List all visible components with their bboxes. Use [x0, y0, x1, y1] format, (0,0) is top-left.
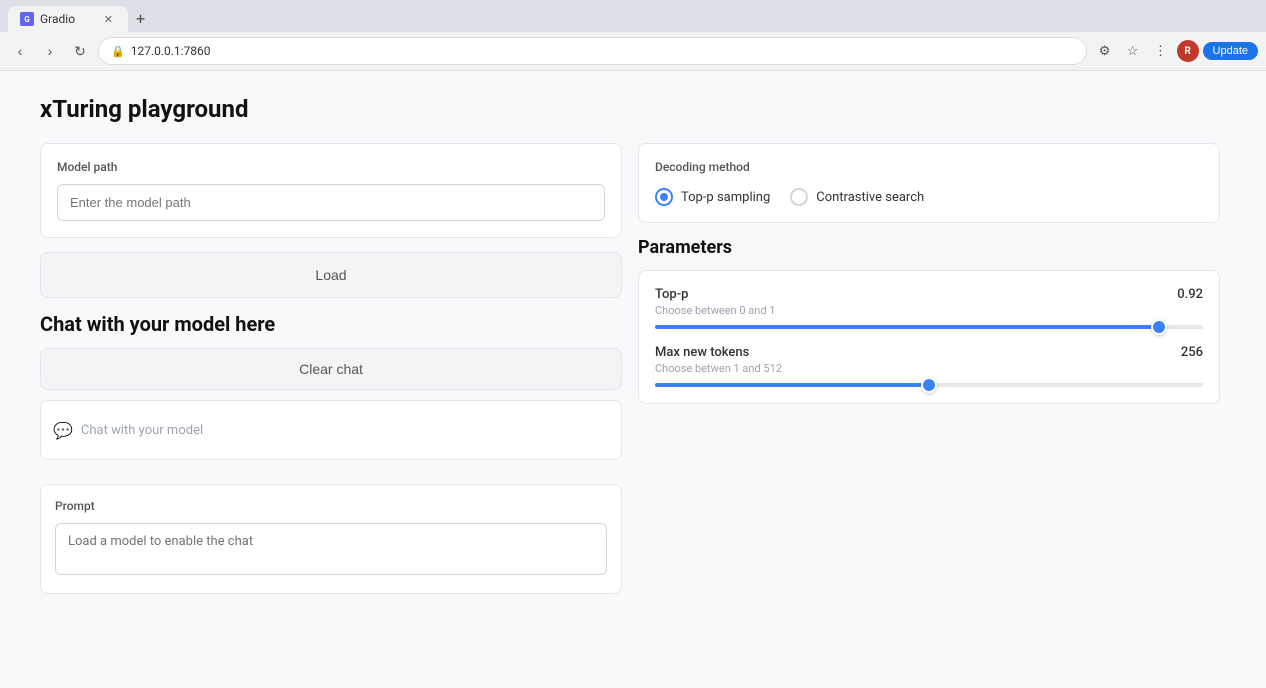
- radio-option-contrastive[interactable]: Contrastive search: [790, 188, 924, 206]
- decoding-radio-group: Top-p sampling Contrastive search: [655, 188, 1203, 206]
- chat-bubble-icon: 💬: [53, 421, 73, 440]
- reload-button[interactable]: ↻: [68, 39, 92, 63]
- max-tokens-value: 256: [1181, 345, 1203, 360]
- max-tokens-name: Max new tokens: [655, 345, 749, 360]
- model-path-label: Model path: [57, 160, 605, 174]
- tab-title: Gradio: [40, 12, 75, 26]
- radio-option-top-p[interactable]: Top-p sampling: [655, 188, 770, 206]
- right-column: Decoding method Top-p sampling Contrasti…: [638, 143, 1220, 594]
- browser-tab[interactable]: G Gradio ✕: [8, 6, 128, 32]
- new-tab-button[interactable]: +: [128, 7, 153, 31]
- page-title: xTuring playground: [40, 95, 1226, 123]
- model-path-card: Model path: [40, 143, 622, 238]
- tab-favicon: G: [20, 12, 34, 26]
- prompt-card: Prompt: [40, 484, 622, 594]
- prompt-input[interactable]: [55, 523, 607, 575]
- extensions-button[interactable]: ⚙: [1093, 39, 1117, 63]
- parameters-section: Parameters Top-p 0.92 Choose between 0 a…: [638, 237, 1220, 404]
- radio-label-contrastive: Contrastive search: [816, 190, 924, 205]
- max-tokens-slider-thumb[interactable]: [921, 377, 937, 393]
- browser-tabs: G Gradio ✕ +: [0, 0, 1266, 32]
- max-tokens-param-row: Max new tokens 256 Choose betwen 1 and 5…: [655, 345, 1203, 387]
- radio-inner-top-p: [660, 193, 668, 201]
- more-button[interactable]: ⋮: [1149, 39, 1173, 63]
- toolbar-actions: ⚙ ☆ ⋮ R Update: [1093, 39, 1258, 63]
- parameters-card: Top-p 0.92 Choose between 0 and 1 Max ne…: [638, 270, 1220, 404]
- back-button[interactable]: ‹: [8, 39, 32, 63]
- top-p-value: 0.92: [1177, 287, 1203, 302]
- profile-avatar[interactable]: R: [1177, 40, 1199, 62]
- bookmark-button[interactable]: ☆: [1121, 39, 1145, 63]
- main-layout: Model path Load Chat with your model her…: [40, 143, 1220, 594]
- tab-close-button[interactable]: ✕: [101, 12, 116, 27]
- radio-circle-contrastive: [790, 188, 808, 206]
- top-p-slider-fill: [655, 325, 1159, 329]
- model-path-input[interactable]: [57, 184, 605, 221]
- page-content: xTuring playground Model path Load Chat …: [0, 71, 1266, 688]
- max-tokens-slider-track[interactable]: [655, 383, 1203, 387]
- lock-icon: 🔒: [111, 45, 125, 58]
- url-display: 127.0.0.1:7860: [131, 44, 211, 58]
- forward-button[interactable]: ›: [38, 39, 62, 63]
- top-p-header: Top-p 0.92: [655, 287, 1203, 302]
- clear-chat-button[interactable]: Clear chat: [40, 348, 622, 390]
- browser-toolbar: ‹ › ↻ 🔒 127.0.0.1:7860 ⚙ ☆ ⋮ R Update: [0, 32, 1266, 70]
- address-bar[interactable]: 🔒 127.0.0.1:7860: [98, 37, 1087, 65]
- radio-label-top-p: Top-p sampling: [681, 190, 770, 205]
- max-tokens-slider-fill: [655, 383, 929, 387]
- left-column: Model path Load Chat with your model her…: [40, 143, 622, 594]
- chat-window: 💬 Chat with your model: [40, 400, 622, 460]
- top-p-param-row: Top-p 0.92 Choose between 0 and 1: [655, 287, 1203, 329]
- max-tokens-hint: Choose betwen 1 and 512: [655, 362, 1203, 375]
- parameters-title: Parameters: [638, 237, 1220, 258]
- top-p-name: Top-p: [655, 287, 688, 302]
- top-p-slider-thumb[interactable]: [1151, 319, 1167, 335]
- prompt-label: Prompt: [55, 499, 607, 513]
- chat-placeholder: Chat with your model: [81, 423, 203, 438]
- chat-section: Chat with your model here Clear chat 💬 C…: [40, 312, 622, 470]
- update-button[interactable]: Update: [1203, 42, 1258, 60]
- load-button[interactable]: Load: [40, 252, 622, 298]
- top-p-hint: Choose between 0 and 1: [655, 304, 1203, 317]
- decoding-method-card: Decoding method Top-p sampling Contrasti…: [638, 143, 1220, 223]
- top-p-slider-track[interactable]: [655, 325, 1203, 329]
- browser-chrome: G Gradio ✕ + ‹ › ↻ 🔒 127.0.0.1:7860 ⚙ ☆ …: [0, 0, 1266, 71]
- decoding-label: Decoding method: [655, 160, 1203, 174]
- chat-title: Chat with your model here: [40, 312, 622, 336]
- max-tokens-header: Max new tokens 256: [655, 345, 1203, 360]
- radio-circle-top-p: [655, 188, 673, 206]
